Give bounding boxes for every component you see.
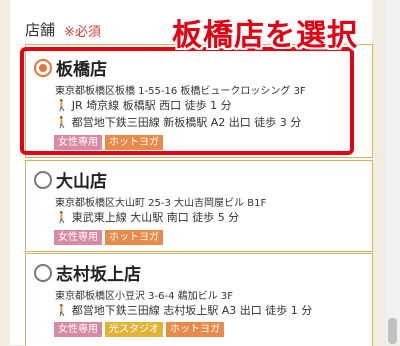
access-line: 🚶 都営地下鉄三田線 志村坂上駅 A3 出口 徒歩 1 分	[55, 304, 313, 317]
walking-person-icon: 🚶	[55, 304, 69, 317]
radio-button-oyama[interactable]	[34, 171, 52, 189]
store-address: 東京都板橋区大山町 25-3 大山吉岡屋ビル B1F	[55, 198, 267, 209]
tag-badge: ホットヨガ	[105, 230, 163, 245]
store-name: 志村坂上店	[56, 265, 141, 285]
store-address: 東京都板橋区小豆沢 3-6-4 鵜加ビル 3F	[55, 291, 233, 302]
store-field-label: 店舗	[25, 21, 56, 39]
store-option-shimurasakaue[interactable]: 志村坂上店 東京都板橋区小豆沢 3-6-4 鵜加ビル 3F 🚶 都営地下鉄三田線 …	[25, 253, 373, 346]
store-option-oyama[interactable]: 大山店 東京都板橋区大山町 25-3 大山吉岡屋ビル B1F 🚶 東武東上線 大山…	[25, 160, 373, 252]
required-marker: ※必須	[64, 25, 101, 40]
tag-badge: 女性専用	[54, 230, 102, 245]
tag-list: 女性専用 光スタジオ ホットヨガ	[54, 322, 224, 337]
annotation-text: 板橋店を選択	[172, 18, 358, 53]
tag-badge: ホットヨガ	[166, 322, 224, 337]
tag-list: 女性専用 ホットヨガ	[54, 230, 163, 245]
scrollbar-thumb[interactable]	[388, 318, 397, 344]
scrollbar-track[interactable]	[386, 0, 400, 345]
tag-badge: 光スタジオ	[105, 322, 163, 337]
walking-person-icon: 🚶	[55, 211, 69, 224]
radio-button-shimurasakaue[interactable]	[34, 264, 52, 282]
store-name: 大山店	[56, 172, 107, 192]
access-line: 🚶 東武東上線 大山駅 南口 徒歩 5 分	[55, 211, 240, 224]
tag-badge: 女性専用	[54, 322, 102, 337]
selection-highlight-box	[20, 47, 354, 155]
